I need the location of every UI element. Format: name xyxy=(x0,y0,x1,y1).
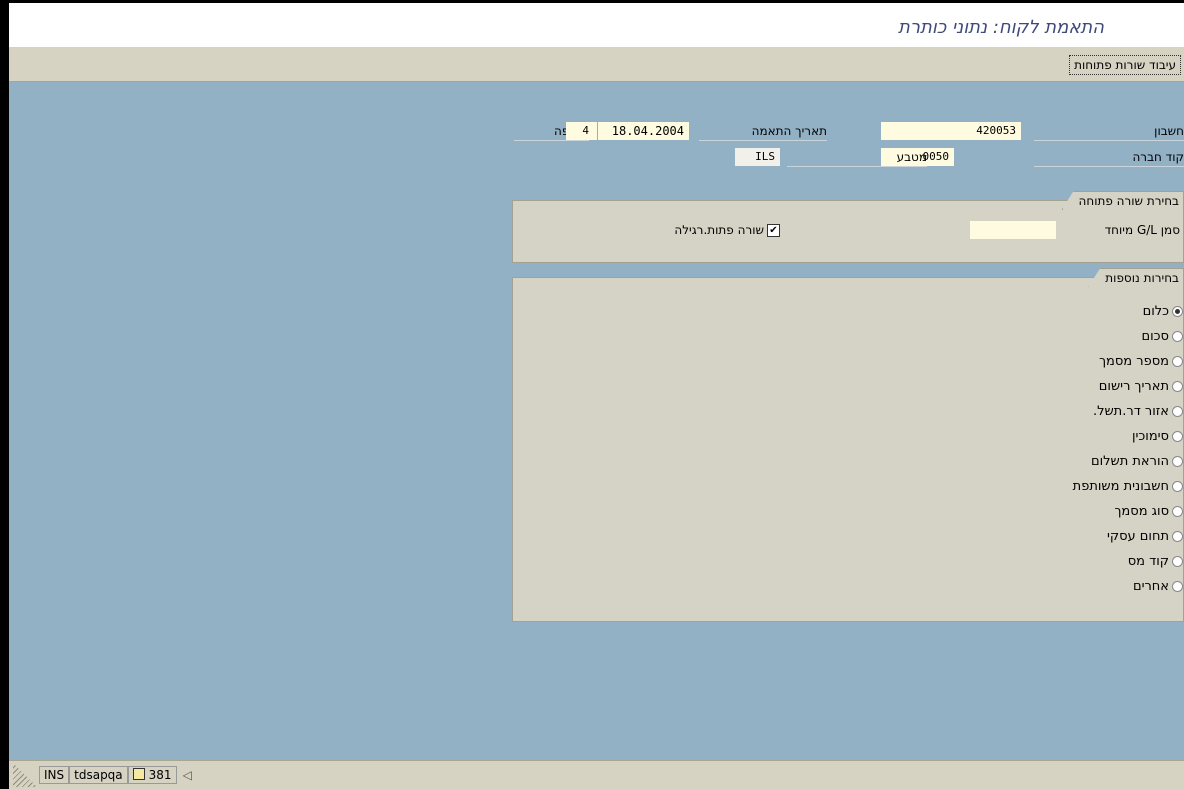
company-code-label: קוד חברה xyxy=(1034,148,1184,167)
resize-grip-icon[interactable] xyxy=(13,763,37,787)
radio-option[interactable]: אחרים xyxy=(1133,577,1183,597)
status-bar: INS tdsapqa 381 ◁ xyxy=(9,760,1184,789)
radio-option-label: אזור דר.תשל. xyxy=(1092,404,1169,419)
radio-option[interactable]: כלום xyxy=(1143,302,1183,322)
radio-button-icon[interactable] xyxy=(1172,381,1183,392)
radio-option[interactable]: תחום עסקי xyxy=(1107,527,1183,547)
status-server: tdsapqa xyxy=(69,766,128,784)
status-session-number: 381 xyxy=(148,768,172,782)
radio-button-icon[interactable] xyxy=(1172,531,1183,542)
radio-option[interactable]: סימוכין xyxy=(1132,427,1183,447)
additional-selections-group: בחירות נוספות כלום סכום מספר מסמך תאריך ריש… xyxy=(512,268,1184,622)
session-icon xyxy=(132,768,145,780)
special-gl-field[interactable] xyxy=(970,221,1056,239)
open-item-selection-title: בחירת שורה פתוחה xyxy=(1061,191,1184,210)
period-field[interactable]: 4 xyxy=(566,122,594,140)
currency-field: ILS xyxy=(735,148,780,166)
radio-option-label: אחרים xyxy=(1132,579,1169,594)
title-bar: התאמת לקוח: נתוני כותרת xyxy=(9,3,1184,47)
radio-option-label: הוראת תשלום xyxy=(1090,454,1169,469)
status-mode: INS xyxy=(39,766,70,784)
radio-button-icon[interactable] xyxy=(1172,406,1183,417)
radio-option-label: כלום xyxy=(1142,304,1169,319)
radio-option-label: מספר מסמך xyxy=(1099,354,1169,369)
radio-option-label: סכום xyxy=(1141,329,1169,344)
additional-selections-title: בחירות נוספות xyxy=(1088,268,1184,287)
status-fields: INS tdsapqa 381 ◁ xyxy=(39,766,192,784)
radio-option-label: סוג מסמך xyxy=(1114,504,1169,519)
clearing-date-field[interactable]: 18.04.2004 xyxy=(598,122,689,140)
radio-button-icon[interactable] xyxy=(1172,356,1183,367)
clearing-date-label: תאריך התאמה xyxy=(699,122,827,141)
radio-option[interactable]: הוראת תשלום xyxy=(1091,452,1183,472)
radio-option[interactable]: קוד מס xyxy=(1128,552,1183,572)
main-area: חשבון 420053 תאריך התאמה 18.04.2004 תקופ… xyxy=(9,82,1184,761)
radio-option[interactable]: חשבונית משותפת xyxy=(1073,477,1183,497)
normal-oi-label: שורה פתות.רגילה xyxy=(674,223,764,237)
normal-oi-checkbox[interactable]: ✔ xyxy=(767,224,780,237)
account-label: חשבון xyxy=(1034,122,1184,141)
radio-option[interactable]: סכום xyxy=(1142,327,1183,347)
radio-button-icon[interactable] xyxy=(1172,581,1183,592)
radio-button-icon[interactable] xyxy=(1172,431,1183,442)
currency-label: מטבע xyxy=(787,148,927,167)
radio-button-icon[interactable] xyxy=(1172,306,1183,317)
application-toolbar: עיבוד שורות פתוחות xyxy=(9,47,1184,82)
open-item-selection-group: בחירת שורה פתוחה סמן G/L מיוחד ✔שורה פתו… xyxy=(512,191,1184,263)
radio-option-label: קוד מס xyxy=(1127,554,1169,569)
normal-oi-row: ✔שורה פתות.רגילה xyxy=(674,221,780,239)
radio-option-label: תאריך רישום xyxy=(1098,379,1169,394)
radio-button-icon[interactable] xyxy=(1172,456,1183,467)
radio-option-label: סימוכין xyxy=(1131,429,1169,444)
radio-button-icon[interactable] xyxy=(1172,506,1183,517)
radio-option[interactable]: אזור דר.תשל. xyxy=(1093,402,1183,422)
page-title: התאמת לקוח: נתוני כותרת xyxy=(898,17,1104,38)
radio-button-icon[interactable] xyxy=(1172,556,1183,567)
account-field[interactable]: 420053 xyxy=(881,122,1021,140)
radio-option-label: חשבונית משותפת xyxy=(1072,479,1169,494)
process-open-items-button[interactable]: עיבוד שורות פתוחות xyxy=(1069,55,1181,75)
radio-option-label: תחום עסקי xyxy=(1106,529,1169,544)
radio-option[interactable]: תאריך רישום xyxy=(1099,377,1183,397)
radio-button-icon[interactable] xyxy=(1172,481,1183,492)
collapse-arrow-icon[interactable]: ◁ xyxy=(183,768,192,782)
radio-button-icon[interactable] xyxy=(1172,331,1183,342)
status-session: 381 xyxy=(127,766,177,784)
special-gl-label: סמן G/L מיוחד xyxy=(1104,223,1180,237)
radio-option[interactable]: מספר מסמך xyxy=(1099,352,1183,372)
radio-option[interactable]: סוג מסמך xyxy=(1114,502,1183,522)
